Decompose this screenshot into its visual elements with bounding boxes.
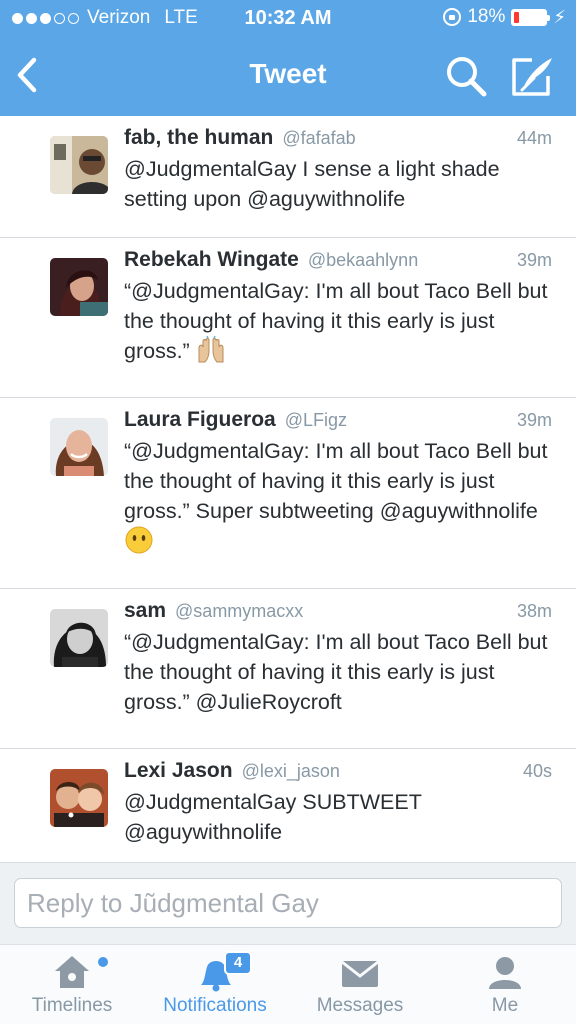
compose-button[interactable] (510, 54, 556, 100)
author-name[interactable]: Lexi Jason (124, 759, 233, 783)
author-handle[interactable]: @fafafab (282, 128, 355, 149)
tweet-item[interactable]: Rebekah Wingate @bekaahlynn 39m “@Judgme… (0, 238, 576, 398)
charging-bolt-icon: ⚡︎ (553, 6, 566, 27)
raised-hands-emoji-icon (198, 336, 224, 363)
tab-notifications-label: Notifications (163, 995, 267, 1016)
tab-me[interactable]: Me (460, 945, 550, 1024)
no-mouth-face-emoji-icon (125, 526, 153, 554)
tweet-time: 44m (516, 128, 552, 148)
envelope-icon (341, 960, 379, 987)
compose-icon (512, 58, 552, 96)
status-bar: Verizon LTE 10:32 AM 18% ⚡︎ (0, 0, 576, 38)
top-bar: Verizon LTE 10:32 AM 18% ⚡︎ Tweet (0, 0, 576, 116)
author-name[interactable]: Rebekah Wingate (124, 248, 299, 272)
author-name[interactable]: fab, the human (124, 126, 273, 150)
author-handle[interactable]: @bekaahlynn (308, 250, 418, 271)
avatar[interactable] (50, 418, 108, 476)
tweet-item[interactable]: fab, the human @fafafab 44m @JudgmentalG… (0, 116, 576, 238)
avatar[interactable] (50, 258, 108, 316)
tweet-time: 40s (522, 761, 552, 781)
battery-icon (511, 8, 551, 26)
tweet-text-content: “@JudgmentalGay: I'm all bout Taco Bell … (124, 630, 548, 714)
tweet-list[interactable]: fab, the human @fafafab 44m @JudgmentalG… (0, 116, 576, 862)
reply-input[interactable] (14, 878, 562, 928)
search-icon (447, 57, 487, 97)
search-button[interactable] (444, 54, 488, 98)
profile-person-icon (489, 957, 521, 989)
tweet-text: @JudgmentalGay SUBTWEET @aguywithnolife (124, 787, 554, 847)
tweet-header: Lexi Jason @lexi_jason 40s (124, 759, 552, 787)
tweet-text: “@JudgmentalGay: I'm all bout Taco Bell … (124, 276, 554, 366)
tweet-text: “@JudgmentalGay: I'm all bout Taco Bell … (124, 627, 554, 717)
tweet-time: 38m (516, 601, 552, 621)
battery-percent: 18% (467, 6, 506, 27)
nav-bar: Tweet (0, 38, 576, 116)
author-handle[interactable]: @lexi_jason (242, 761, 340, 782)
back-chevron-icon (17, 57, 37, 93)
reply-bar (0, 862, 576, 944)
tab-timelines-label: Timelines (31, 995, 113, 1016)
tweet-header: Laura Figueroa @LFigz 39m (124, 408, 552, 436)
back-button[interactable] (10, 50, 50, 100)
tweet-header: Rebekah Wingate @bekaahlynn 39m (124, 248, 552, 276)
rotation-lock-icon (443, 8, 462, 26)
author-handle[interactable]: @LFigz (285, 410, 347, 431)
tab-timelines[interactable]: Timelines (14, 945, 130, 1024)
page-title: Tweet (249, 58, 327, 89)
tweet-item[interactable]: sam @sammymacxx 38m “@JudgmentalGay: I'm… (0, 589, 576, 749)
tweet-header: fab, the human @fafafab 44m (124, 126, 552, 154)
tab-bar: Timelines 4 Notifications Messages Me (0, 944, 576, 1024)
tweet-time: 39m (516, 250, 552, 270)
tab-messages-label: Messages (316, 995, 404, 1016)
tweet-item[interactable]: Lexi Jason @lexi_jason 40s @JudgmentalGa… (0, 749, 576, 862)
tweet-text: “@JudgmentalGay: I'm all bout Taco Bell … (124, 436, 554, 556)
author-name[interactable]: Laura Figueroa (124, 408, 276, 432)
tab-messages[interactable]: Messages (304, 945, 416, 1024)
tweet-text-content: “@JudgmentalGay: I'm all bout Taco Bell … (124, 439, 548, 523)
tweet-text-content: “@JudgmentalGay: I'm all bout Taco Bell … (124, 279, 548, 363)
notifications-badge: 4 (224, 951, 252, 975)
author-name[interactable]: sam (124, 599, 166, 623)
tweet-text-content: @JudgmentalGay SUBTWEET @aguywithnolife (124, 790, 422, 844)
tweet-text-content: @JudgmentalGay I sense a light shade set… (124, 157, 500, 211)
avatar[interactable] (50, 136, 108, 194)
home-icon (55, 956, 89, 988)
author-handle[interactable]: @sammymacxx (175, 601, 303, 622)
tweet-text: @JudgmentalGay I sense a light shade set… (124, 154, 554, 214)
avatar[interactable] (50, 609, 108, 667)
tweet-item[interactable]: Laura Figueroa @LFigz 39m “@JudgmentalGa… (0, 398, 576, 589)
battery-info: 18% ⚡︎ (443, 6, 566, 28)
unread-dot (98, 957, 108, 967)
avatar[interactable] (50, 769, 108, 827)
tab-me-label: Me (491, 995, 519, 1016)
tab-notifications[interactable]: 4 Notifications (152, 945, 278, 1024)
tweet-time: 39m (516, 410, 552, 430)
tweet-header: sam @sammymacxx 38m (124, 599, 552, 627)
